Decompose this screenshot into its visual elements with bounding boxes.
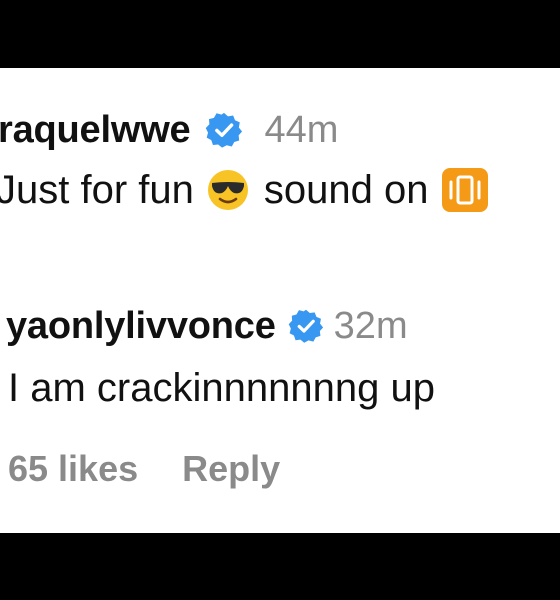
comment-username[interactable]: raquelwwe — [0, 109, 191, 152]
comment-actions: 65 likes Reply — [8, 444, 280, 494]
vibration-mode-icon — [442, 168, 489, 212]
bottom-letterbox-bar — [0, 533, 560, 600]
top-letterbox-bar — [0, 0, 560, 68]
comment-text-part: sound on — [263, 167, 429, 212]
comment-text-part: Just for fun — [0, 167, 194, 212]
comment-timestamp: 44m — [264, 108, 339, 151]
verified-badge-icon — [288, 309, 323, 343]
comment-username[interactable]: yaonlylivvonce — [6, 305, 276, 348]
comment-text: I am crackinnnnnnng up — [8, 365, 435, 410]
comment-timestamp: 32m — [333, 304, 408, 347]
verified-badge-icon — [205, 112, 242, 148]
comment-header: raquelwwe 44m — [0, 104, 338, 156]
comments-panel: raquelwwe 44m Just for fun sound on yaon… — [0, 68, 560, 533]
reply-button[interactable]: Reply — [182, 448, 280, 490]
comment-header: yaonlylivvonce 32m — [6, 300, 408, 352]
smiling-face-with-sunglasses-icon — [207, 170, 248, 210]
comment-text: Just for fun sound on — [0, 164, 489, 216]
likes-count[interactable]: 65 likes — [8, 448, 138, 490]
